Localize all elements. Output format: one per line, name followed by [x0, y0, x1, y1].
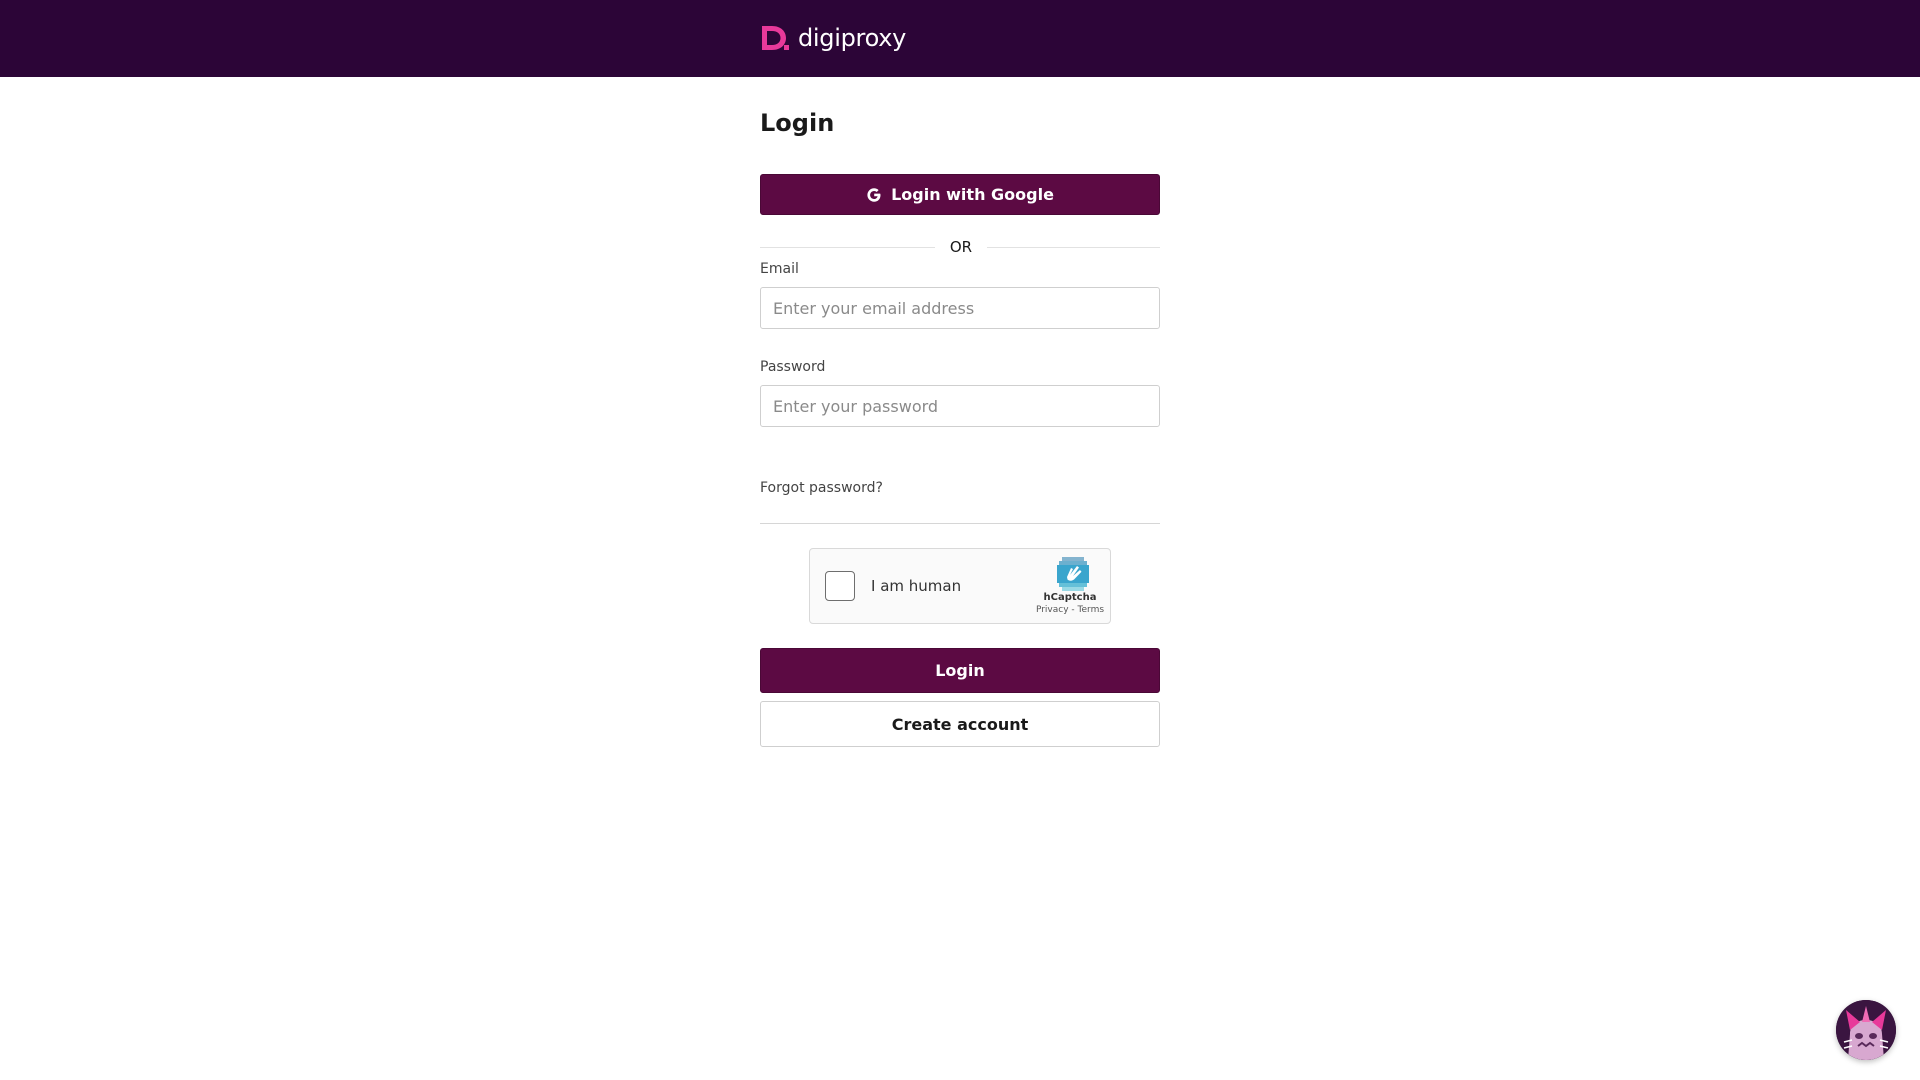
- chat-widget-button[interactable]: [1836, 1000, 1896, 1060]
- chat-avatar-icon: [1836, 1000, 1896, 1060]
- login-with-google-button[interactable]: Login with Google: [760, 174, 1160, 215]
- hcaptcha-widget: I am human hCaptcha Privacy - Terms: [809, 548, 1111, 624]
- divider-line-left: [760, 247, 935, 248]
- or-divider: OR: [760, 237, 1160, 257]
- form-separator: [760, 523, 1160, 524]
- google-g-icon: [867, 187, 881, 202]
- password-input[interactable]: [760, 385, 1160, 427]
- forgot-password-link[interactable]: Forgot password?: [760, 479, 883, 497]
- password-label: Password: [760, 359, 826, 375]
- email-label: Email: [760, 261, 799, 277]
- brand-logo-link[interactable]: digiproxy: [760, 24, 906, 52]
- login-button[interactable]: Login: [760, 648, 1160, 693]
- divider-line-right: [987, 247, 1160, 248]
- brand-name: digiproxy: [798, 24, 907, 52]
- divider-text: OR: [949, 238, 973, 256]
- login-with-google-label: Login with Google: [891, 185, 1054, 204]
- digiproxy-logo-icon: [762, 26, 789, 50]
- hcaptcha-logo-icon: [1057, 557, 1089, 591]
- page-title: Login: [760, 109, 835, 137]
- captcha-links: Privacy - Terms: [1030, 605, 1110, 616]
- top-navigation-bar: digiproxy: [0, 0, 1920, 77]
- captcha-brand: hCaptcha: [1043, 592, 1097, 603]
- captcha-label: I am human: [871, 577, 962, 595]
- captcha-privacy-link[interactable]: Privacy: [1036, 605, 1069, 615]
- email-input[interactable]: [760, 287, 1160, 329]
- captcha-link-separator: -: [1068, 605, 1078, 615]
- captcha-terms-link[interactable]: Terms: [1078, 605, 1105, 615]
- create-account-button[interactable]: Create account: [760, 701, 1160, 747]
- captcha-checkbox[interactable]: [825, 571, 855, 601]
